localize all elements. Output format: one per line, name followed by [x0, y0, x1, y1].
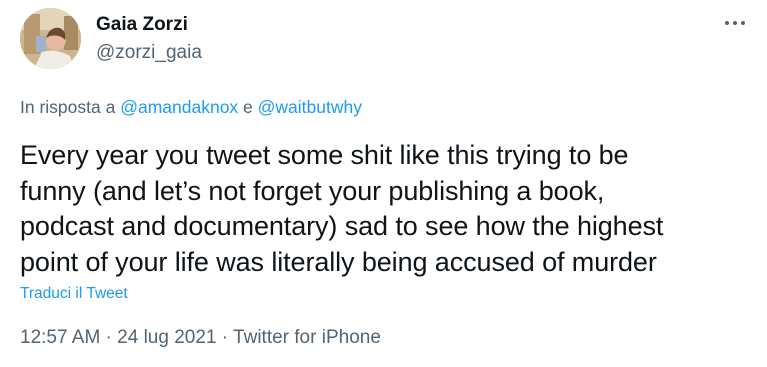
reply-context: In risposta a @amandaknox e @waitbutwhy	[20, 97, 362, 118]
reply-conjunction: e	[238, 97, 258, 117]
tweet-text-line: point of your life was literally being a…	[20, 246, 657, 277]
tweet-text-line: Every year you tweet some shit like this…	[20, 140, 629, 170]
tweet-date-link[interactable]: 24 lug 2021	[117, 327, 216, 348]
mention-waitbutwhy[interactable]: @waitbutwhy	[258, 97, 362, 117]
mention-amandaknox[interactable]: @amandaknox	[120, 97, 238, 117]
user-handle[interactable]: @zorzi_gaia	[96, 42, 202, 64]
display-name[interactable]: Gaia Zorzi	[96, 14, 188, 36]
tweet-text-line: funny (and let’s not forget your publish…	[20, 175, 605, 206]
tweet-text: Every year you tweet some shit like this…	[20, 138, 760, 280]
tweet-text-line: podcast and documentary) sad to see how …	[20, 211, 664, 241]
avatar-image	[20, 8, 81, 69]
tweet-metadata: 12:57 AM · 24 lug 2021 · Twitter for iPh…	[20, 327, 381, 349]
tweet-time-link[interactable]: 12:57 AM	[20, 327, 100, 348]
reply-prefix: In risposta a	[20, 97, 121, 117]
meta-separator: ·	[100, 327, 118, 348]
more-horizontal-icon[interactable]	[722, 16, 748, 30]
avatar[interactable]	[20, 8, 81, 69]
tweet-card: Gaia Zorzi @zorzi_gaia In risposta a @am…	[0, 0, 767, 367]
tweet-source-link[interactable]: Twitter for iPhone	[233, 327, 381, 348]
translate-tweet-link[interactable]: Traduci il Tweet	[20, 285, 128, 303]
meta-separator: ·	[216, 327, 234, 348]
